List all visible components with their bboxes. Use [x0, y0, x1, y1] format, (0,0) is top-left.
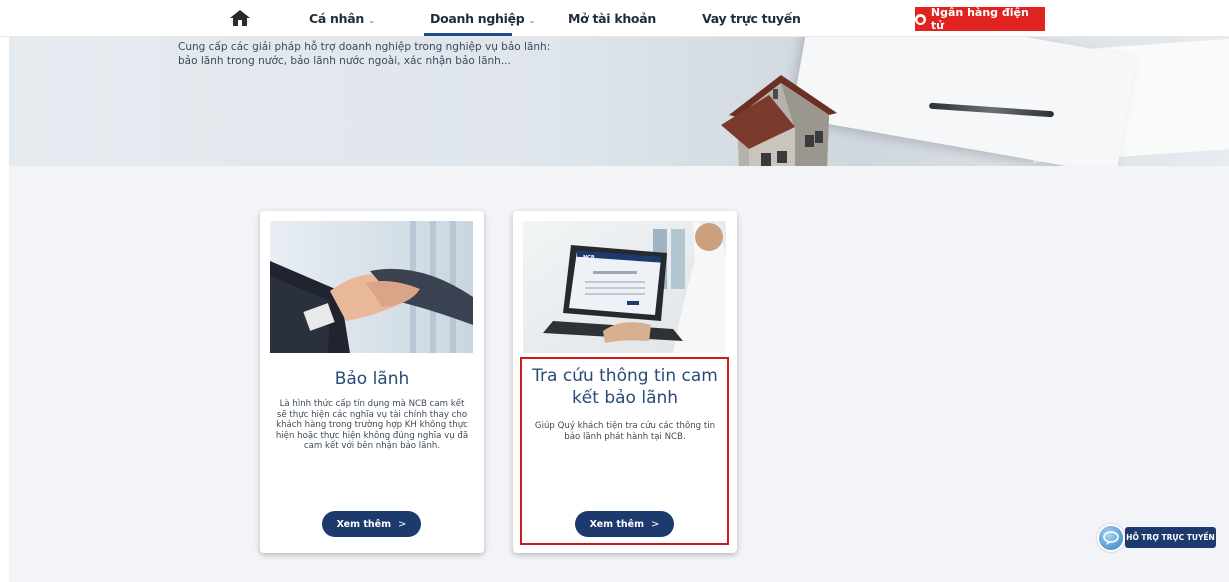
handshake-image: [270, 221, 473, 353]
live-support-widget[interactable]: HỖ TRỢ TRỰC TUYẾN: [1097, 524, 1219, 552]
ebank-button[interactable]: ● Ngân hàng điện tử: [915, 6, 1045, 32]
card-title: Bảo lãnh: [334, 369, 410, 389]
view-more-button[interactable]: Xem thêm >: [322, 511, 421, 537]
live-support-button[interactable]: HỖ TRỢ TRỰC TUYẾN: [1125, 527, 1216, 548]
top-nav: Cá nhân ⌄ Doanh nghiệp ⌄ Mở tài khoản Vay …: [0, 0, 1229, 37]
card-description: Là hình thức cấp tín dụng mà NCB cam kết…: [275, 399, 469, 452]
chevron-down-icon: ⌄: [528, 16, 536, 26]
laptop-screen-logo: NCB: [583, 255, 595, 261]
nav-item-vay-truc-tuyen[interactable]: Vay trực tuyến: [702, 11, 801, 26]
nav-item-ca-nhan[interactable]: Cá nhân ⌄: [309, 11, 376, 26]
active-tab-indicator: [424, 33, 512, 36]
house-model-image: [721, 75, 837, 166]
chevron-right-icon: >: [397, 518, 407, 530]
banner-description: Cung cấp các giải pháp hỗ trợ doanh nghi…: [178, 41, 551, 67]
chevron-down-icon: ⌄: [368, 16, 376, 26]
laptop-image: NCB: [523, 221, 726, 353]
hero-banner: Cung cấp các giải pháp hỗ trợ doanh nghi…: [9, 37, 1229, 166]
highlight-box: [520, 357, 729, 545]
nav-item-mo-tai-khoan[interactable]: Mở tài khoản: [568, 11, 656, 26]
chat-bubble-icon: [1097, 524, 1125, 552]
nav-item-doanh-nghiep[interactable]: Doanh nghiệp ⌄: [430, 11, 536, 26]
lock-icon: ●: [915, 13, 926, 25]
card-bao-lanh[interactable]: Bảo lãnh Là hình thức cấp tín dụng mà NC…: [260, 211, 484, 553]
home-icon[interactable]: [229, 9, 251, 27]
